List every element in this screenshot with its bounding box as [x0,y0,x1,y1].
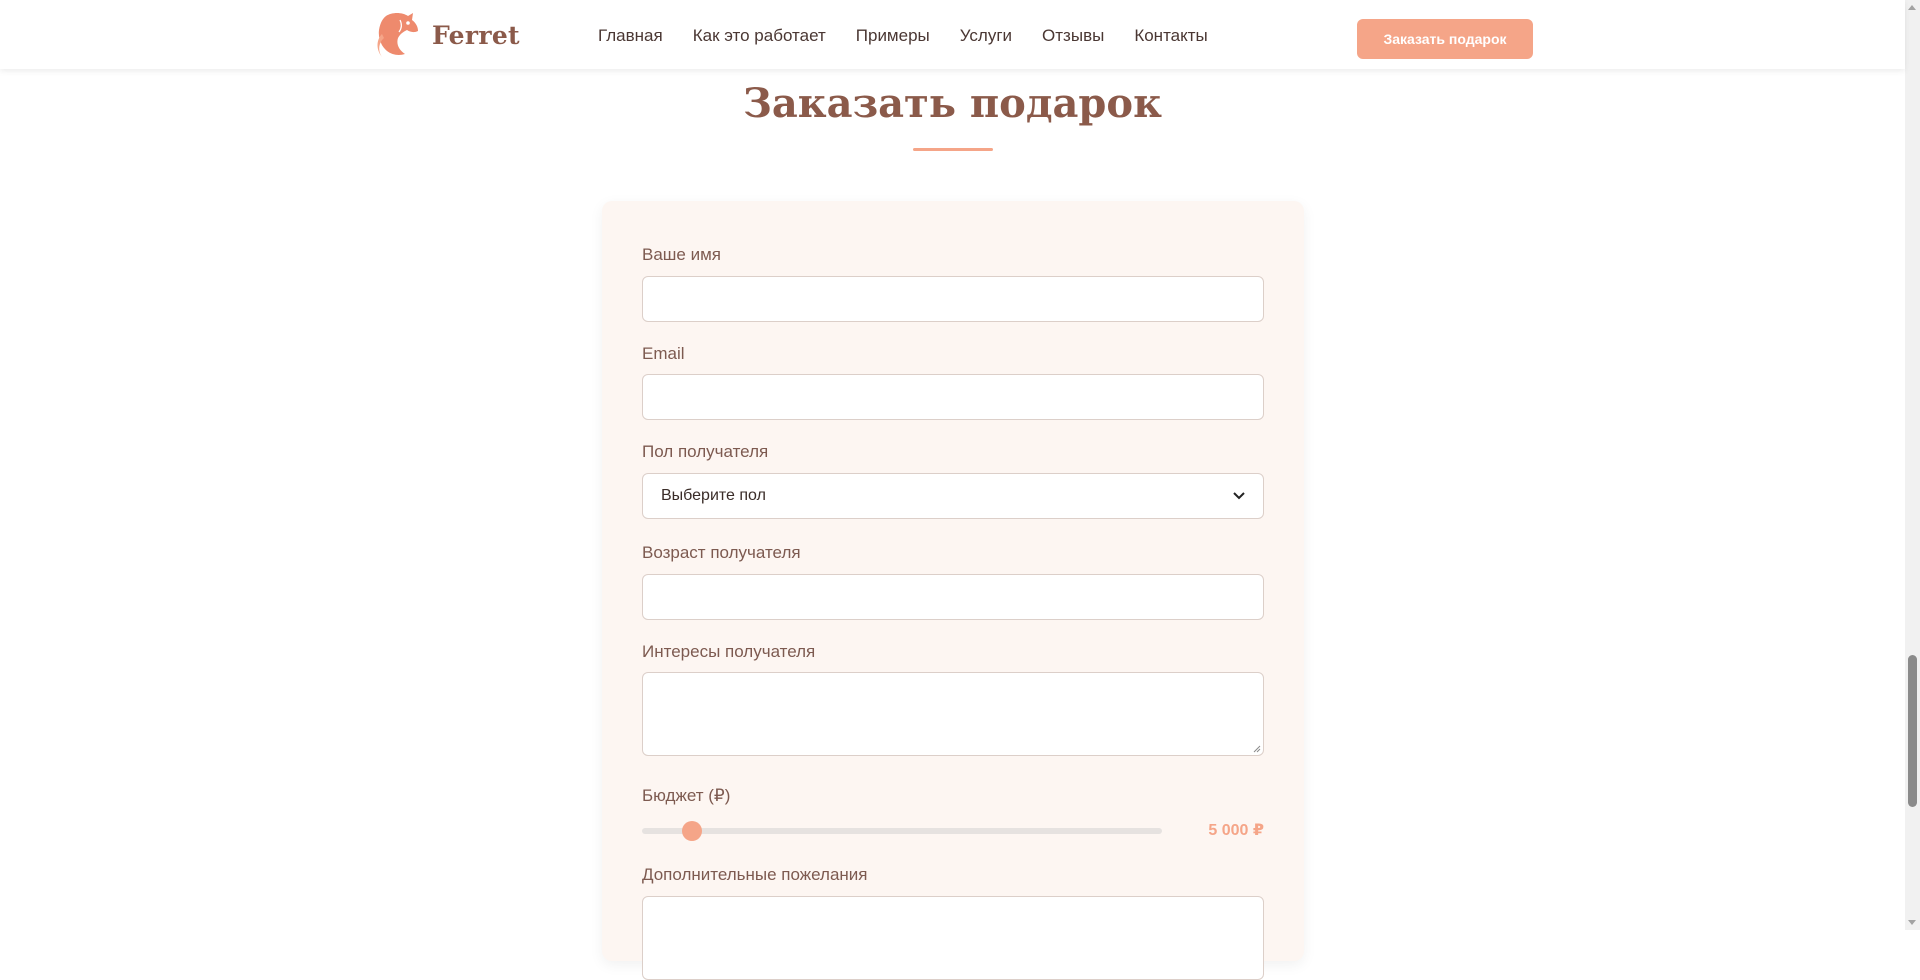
brand-name: Ferret [432,20,520,50]
nav-item-how-it-works[interactable]: Как это работает [693,26,826,46]
email-label: Email [642,344,685,363]
main-nav: Главная Как это работает Примеры Услуги … [598,26,1208,46]
gender-label: Пол получателя [642,442,769,461]
page-scrollbar[interactable] [1905,0,1920,930]
logo[interactable]: Ferret [372,10,520,60]
nav-item-contacts[interactable]: Контакты [1134,26,1207,46]
extra-wishes-textarea[interactable] [642,896,1264,980]
age-label: Возраст получателя [642,543,801,562]
email-input[interactable] [642,374,1264,420]
scroll-down-arrow-icon[interactable] [1908,920,1916,925]
ferret-logo-icon [377,13,418,57]
gender-select-value: Выберите пол [661,487,766,504]
section-title: Заказать подарок [743,80,1162,127]
budget-slider[interactable] [642,821,1162,841]
budget-value: 5 000 ₽ [1208,822,1264,839]
chevron-down-icon [1233,492,1245,500]
gender-select[interactable]: Выберите пол [642,473,1264,519]
name-input[interactable] [642,276,1264,322]
name-label: Ваше имя [642,245,721,264]
interests-textarea[interactable] [642,672,1264,756]
scrollbar-thumb[interactable] [1908,655,1917,807]
scroll-up-arrow-icon[interactable] [1908,5,1916,10]
budget-label: Бюджет (₽) [642,786,731,805]
order-form: Ваше имя Email Пол получателя Выберите п… [602,201,1304,980]
nav-item-home[interactable]: Главная [598,26,663,46]
site-header: Ferret Главная Как это работает Примеры … [0,0,1905,69]
resize-grip-icon[interactable] [1251,743,1261,753]
budget-slider-thumb[interactable] [682,821,703,841]
interests-label: Интересы получателя [642,642,816,661]
title-underline [913,148,993,151]
nav-item-services[interactable]: Услуги [960,26,1012,46]
age-input[interactable] [642,574,1264,620]
order-gift-button[interactable]: Заказать подарок [1357,19,1533,59]
nav-item-examples[interactable]: Примеры [856,26,930,46]
nav-item-reviews[interactable]: Отзывы [1042,26,1104,46]
extra-wishes-label: Дополнительные пожелания [642,865,868,884]
